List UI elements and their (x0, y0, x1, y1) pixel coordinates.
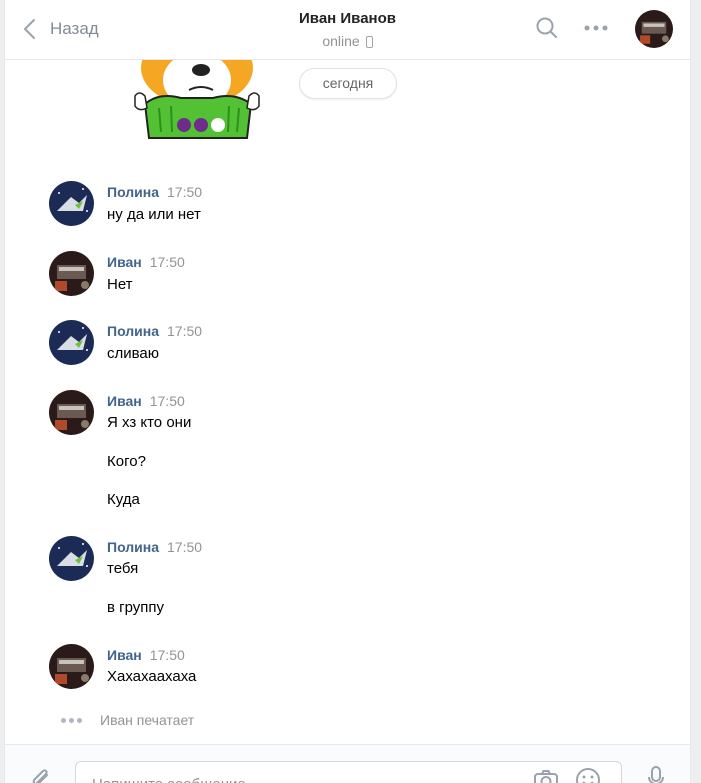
messenger-window: сегодня Полина 17:50 ну да или нет Иван 17… (4, 0, 691, 783)
avatar-ivan[interactable] (49, 390, 94, 435)
message-time: 17:50 (149, 647, 185, 663)
author-name[interactable]: Иван (107, 254, 142, 270)
chat-history[interactable]: сегодня Полина 17:50 ну да или нет Иван 17… (5, 0, 690, 744)
message-text: сливаю (107, 345, 160, 362)
typing-text: Иван печатает (100, 712, 195, 728)
message-text: Нет (107, 276, 133, 293)
author-name[interactable]: Иван (107, 393, 142, 409)
microphone-icon[interactable] (647, 766, 665, 783)
paperclip-icon[interactable] (29, 767, 53, 783)
avatar-ivan[interactable] (635, 10, 673, 48)
message-time: 17:50 (167, 539, 203, 555)
message-text: Куда (107, 491, 140, 508)
author-name[interactable]: Иван (107, 647, 142, 663)
smile-icon[interactable] (575, 767, 601, 783)
author-name[interactable]: Полина (107, 539, 159, 555)
status-text: online (322, 33, 360, 49)
back-label: Назад (50, 19, 99, 38)
avatar-ivan[interactable] (49, 251, 94, 296)
chat-header: Назад Иван Иванов online (5, 0, 690, 60)
message-text: Хахахаахаха (107, 668, 197, 685)
author-name[interactable]: Полина (107, 323, 159, 339)
message-composer: Напишите сообщение... (5, 744, 690, 783)
avatar-polina[interactable] (49, 536, 94, 581)
camera-icon[interactable] (533, 769, 559, 783)
more-icon[interactable] (583, 18, 609, 38)
message-text: ну да или нет (107, 206, 201, 223)
back-button[interactable]: Назад (23, 17, 99, 41)
author-name[interactable]: Полина (107, 184, 159, 200)
avatar-polina[interactable] (49, 320, 94, 365)
online-status: online (322, 33, 373, 49)
date-separator: сегодня (299, 68, 397, 99)
message-time: 17:50 (167, 323, 203, 339)
phone-icon (365, 36, 373, 48)
message-time: 17:50 (149, 254, 185, 270)
message-text: Кого? (107, 453, 146, 470)
search-icon[interactable] (535, 16, 559, 40)
avatar-polina[interactable] (49, 181, 94, 226)
chevron-left-icon (24, 19, 35, 39)
message-time: 17:50 (149, 393, 185, 409)
message-text: Я хз кто они (107, 414, 192, 431)
message-text: тебя (107, 560, 139, 577)
message-text: в группу (107, 599, 165, 616)
message-time: 17:50 (167, 184, 203, 200)
typing-indicator: Иван печатает (61, 712, 194, 728)
typing-dots-icon (61, 717, 82, 723)
avatar-ivan[interactable] (49, 644, 94, 689)
